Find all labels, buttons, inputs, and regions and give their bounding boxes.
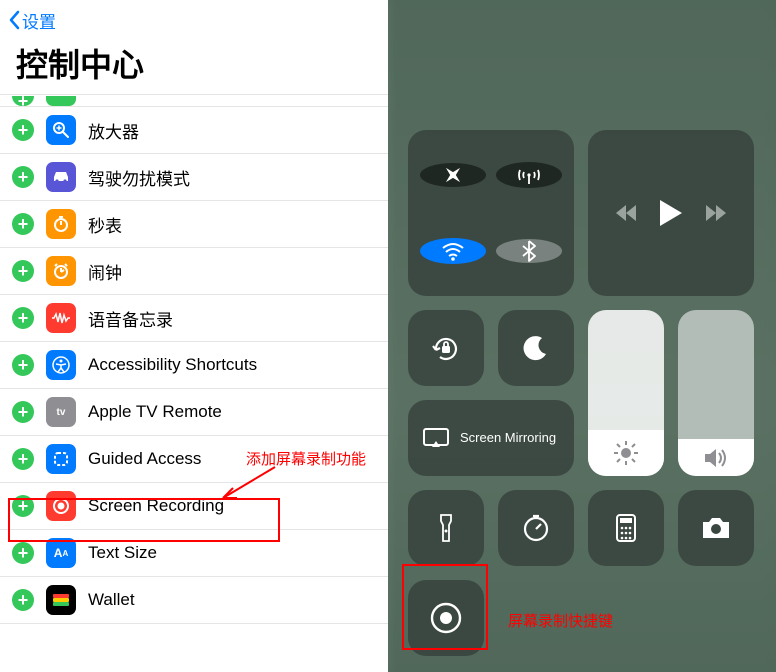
screen-recording-tile[interactable]: [408, 580, 484, 656]
magnifier-icon: [46, 115, 76, 145]
timer-tile[interactable]: [498, 490, 574, 566]
add-icon[interactable]: [12, 166, 34, 188]
list-item-accessibility[interactable]: Accessibility Shortcuts: [0, 342, 388, 389]
sun-icon: [613, 440, 639, 466]
dnd-tile[interactable]: [498, 310, 574, 386]
mirroring-icon: [422, 427, 450, 449]
lock-rotation-icon: [430, 332, 462, 364]
connectivity-tile[interactable]: [408, 130, 574, 296]
list-item-label: Text Size: [88, 543, 157, 563]
list-item[interactable]: [0, 95, 388, 107]
calculator-icon: [615, 513, 637, 543]
flashlight-icon: [438, 513, 454, 543]
appletv-icon: tv: [46, 397, 76, 427]
list-item-alarm[interactable]: 闹钟: [0, 248, 388, 295]
list-item-label: Guided Access: [88, 449, 201, 469]
add-icon[interactable]: [12, 213, 34, 235]
back-label: 设置: [22, 8, 56, 33]
wifi-toggle[interactable]: [420, 238, 486, 264]
list-item-label: 放大器: [88, 118, 139, 143]
airplane-toggle[interactable]: [420, 163, 486, 187]
orientation-lock-tile[interactable]: [408, 310, 484, 386]
list-item-wallet[interactable]: Wallet: [0, 577, 388, 624]
cellular-icon: [516, 162, 542, 188]
accessibility-icon: [46, 350, 76, 380]
play-icon[interactable]: [658, 198, 684, 228]
chevron-left-icon: [8, 10, 20, 30]
control-items-list: 放大器 驾驶勿扰模式 秒表 闹钟: [0, 94, 388, 624]
screen-mirroring-tile[interactable]: Screen Mirroring: [408, 400, 574, 476]
list-item-label: 闹钟: [88, 259, 122, 284]
record-icon: [429, 601, 463, 635]
add-icon[interactable]: [12, 495, 34, 517]
list-item-voicememo[interactable]: 语音备忘录: [0, 295, 388, 342]
forward-icon[interactable]: [704, 203, 728, 223]
brightness-slider[interactable]: [588, 310, 664, 476]
car-icon: [46, 162, 76, 192]
list-item-label: 驾驶勿扰模式: [88, 165, 190, 190]
list-item-screen-recording[interactable]: Screen Recording: [0, 483, 388, 530]
record-icon: [46, 491, 76, 521]
moon-icon: [522, 334, 550, 362]
list-item-stopwatch[interactable]: 秒表: [0, 201, 388, 248]
list-item-dnd-driving[interactable]: 驾驶勿扰模式: [0, 154, 388, 201]
calculator-tile[interactable]: [588, 490, 664, 566]
timer-icon: [521, 513, 551, 543]
nav-bar: 设置: [0, 0, 388, 40]
list-item-magnifier[interactable]: 放大器: [0, 107, 388, 154]
add-icon[interactable]: [12, 448, 34, 470]
annotation-arrow-icon: [215, 462, 285, 504]
cellular-toggle[interactable]: [496, 162, 562, 188]
list-item-label: 秒表: [88, 212, 122, 237]
settings-panel: 设置 控制中心 放大器 驾驶勿扰模式: [0, 0, 388, 672]
volume-icon: [703, 447, 729, 469]
control-center-panel: Screen Mirroring: [388, 0, 776, 672]
wallet-icon: [46, 585, 76, 615]
add-icon[interactable]: [12, 401, 34, 423]
add-icon[interactable]: [12, 119, 34, 141]
bluetooth-icon: [522, 239, 536, 263]
add-icon[interactable]: [12, 542, 34, 564]
camera-tile[interactable]: [678, 490, 754, 566]
list-item-label: Wallet: [88, 590, 135, 610]
airplane-icon: [441, 163, 465, 187]
stopwatch-icon: [46, 209, 76, 239]
add-icon[interactable]: [12, 354, 34, 376]
list-item-label: 语音备忘录: [88, 306, 173, 331]
list-item-label: Accessibility Shortcuts: [88, 355, 257, 375]
textsize-icon: AA: [46, 538, 76, 568]
list-item-textsize[interactable]: AA Text Size: [0, 530, 388, 577]
wifi-icon: [440, 238, 466, 264]
alarm-icon: [46, 256, 76, 286]
add-icon[interactable]: [12, 307, 34, 329]
list-item-label: Apple TV Remote: [88, 402, 222, 422]
media-tile[interactable]: [588, 130, 754, 296]
camera-icon: [700, 516, 732, 540]
list-item-appletv[interactable]: tv Apple TV Remote: [0, 389, 388, 436]
voicememo-icon: [46, 303, 76, 333]
back-button[interactable]: 设置: [8, 8, 56, 33]
page-title: 控制中心: [0, 40, 388, 94]
list-item-label: Screen Recording: [88, 496, 224, 516]
mirroring-label: Screen Mirroring: [460, 430, 556, 446]
add-icon[interactable]: [12, 96, 34, 106]
flashlight-tile[interactable]: [408, 490, 484, 566]
rewind-icon[interactable]: [614, 203, 638, 223]
bluetooth-toggle[interactable]: [496, 239, 562, 263]
add-icon[interactable]: [12, 260, 34, 282]
guided-icon: [46, 444, 76, 474]
app-icon: [46, 96, 76, 106]
list-item-guided[interactable]: Guided Access: [0, 436, 388, 483]
add-icon[interactable]: [12, 589, 34, 611]
volume-slider[interactable]: [678, 310, 754, 476]
control-center: Screen Mirroring: [388, 0, 776, 656]
